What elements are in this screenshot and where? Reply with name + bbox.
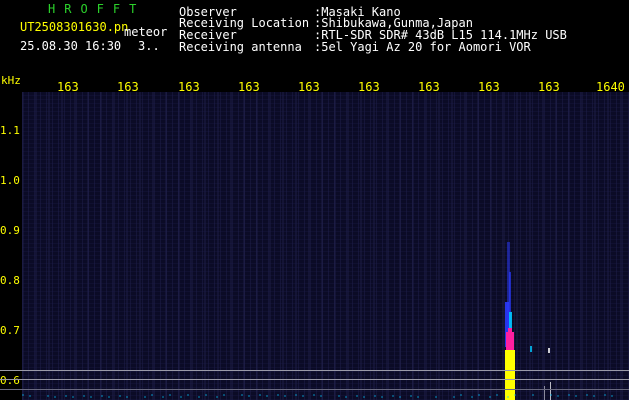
x-tick-label: 163: [358, 80, 380, 94]
echo-pixel: [506, 354, 512, 400]
echo-pixel: [108, 396, 110, 398]
echo-pixel: [83, 395, 85, 397]
echo-pixel: [550, 394, 552, 396]
y-tick-label: 0.9: [0, 224, 20, 237]
echo-pixel: [530, 346, 532, 352]
filename: UT2508301630.pn: [20, 20, 129, 34]
x-tick-label: 163: [538, 80, 560, 94]
x-tick-label: 163: [238, 80, 260, 94]
antenna-label: Receiving antenna: [179, 40, 302, 54]
x-tick-label: 163: [418, 80, 440, 94]
echo-pixel: [338, 395, 340, 397]
echo-pixel: [611, 395, 613, 397]
y-tick-label: 1.1: [0, 124, 20, 137]
echo-pixel: [496, 394, 498, 396]
echo-pixel: [586, 394, 588, 396]
y-tick-label: 0.7: [0, 324, 20, 337]
echo-pixel: [345, 396, 347, 398]
reference-line-upper: [0, 370, 629, 371]
echo-pixel: [151, 394, 153, 396]
echo-pixel: [593, 395, 595, 397]
echo-pixel: [363, 396, 365, 398]
echo-pixel: [223, 394, 225, 396]
timestamp: 25.08.30 16:30: [20, 39, 122, 53]
echo-pixel: [532, 394, 534, 396]
echo-pixel: [198, 396, 200, 398]
count-label: 3..: [138, 39, 160, 53]
echo-pixel: [604, 394, 606, 396]
x-tick-label: 163: [57, 80, 79, 94]
y-axis-unit: kHz: [1, 74, 21, 87]
echo-pixel: [205, 394, 207, 396]
x-tick-label: 1640: [596, 80, 625, 94]
echo-pixel: [29, 395, 31, 397]
echo-pixel: [119, 395, 121, 397]
echo-pixel: [259, 394, 261, 396]
echo-pixel: [381, 396, 383, 398]
echo-pixel: [453, 396, 455, 398]
echo-pixel: [356, 395, 358, 397]
x-tick-label: 163: [298, 80, 320, 94]
echo-pixel: [399, 396, 401, 398]
echo-pixel: [126, 396, 128, 398]
x-tick-label: 163: [117, 80, 139, 94]
echo-pixel: [320, 395, 322, 397]
reference-line-bottom: [0, 389, 629, 390]
waterfall-plot: [22, 92, 629, 400]
echo-pixel: [508, 328, 512, 334]
y-tick-label: 1.0: [0, 174, 20, 187]
echo-pixel: [295, 394, 297, 396]
echo-pixel: [72, 396, 74, 398]
echo-pixel: [410, 395, 412, 397]
echo-pixel: [216, 396, 218, 398]
echo-pixel: [144, 396, 146, 398]
echo-pixel: [575, 395, 577, 397]
type-label: meteor: [124, 25, 168, 39]
echo-pixel: [489, 396, 491, 398]
echo-pixel: [302, 395, 304, 397]
x-tick-label: 163: [178, 80, 200, 94]
y-tick-label: 0.8: [0, 274, 20, 287]
y-tick-label: 0.6: [0, 374, 20, 387]
echo-pixel: [22, 394, 24, 396]
echo-pixel: [101, 395, 103, 397]
echo-pixel: [241, 394, 243, 396]
echo-pixel: [435, 396, 437, 398]
echo-pixel: [169, 394, 171, 396]
echo-pixel: [471, 396, 473, 398]
echo-pixel: [557, 395, 559, 397]
antenna-value: :5el Yagi Az 20 for Aomori VOR: [314, 40, 531, 54]
echo-pixel: [313, 394, 315, 396]
echo-pixel: [180, 396, 182, 398]
echo-pixel: [54, 396, 56, 398]
spectrogram-window: HROFFT UT2508301630.pn meteor 25.08.30 1…: [0, 0, 629, 400]
echo-pixel: [507, 396, 509, 398]
echo-pixel: [548, 348, 550, 353]
x-tick-label: 163: [478, 80, 500, 94]
echo-pixel: [460, 394, 462, 396]
meteor-echo-trace: [22, 242, 613, 400]
echo-pixel: [374, 395, 376, 397]
echo-pixel: [568, 394, 570, 396]
echo-pixel: [417, 396, 419, 398]
echo-pixel: [187, 394, 189, 396]
echo-pixel: [277, 394, 279, 396]
echo-pixel: [248, 395, 250, 397]
echo-pixel: [162, 396, 164, 398]
echo-pixel: [514, 394, 516, 396]
echo-pixel: [550, 382, 551, 400]
echo-pixel: [284, 395, 286, 397]
echo-pixel: [65, 395, 67, 397]
station-code: HROFFT: [48, 2, 146, 16]
reference-line-lower: [0, 379, 629, 380]
echo-pixel: [266, 395, 268, 397]
echo-pixel: [47, 395, 49, 397]
echo-pixel: [478, 394, 480, 396]
echo-pixel: [392, 395, 394, 397]
echo-pixel: [90, 396, 92, 398]
